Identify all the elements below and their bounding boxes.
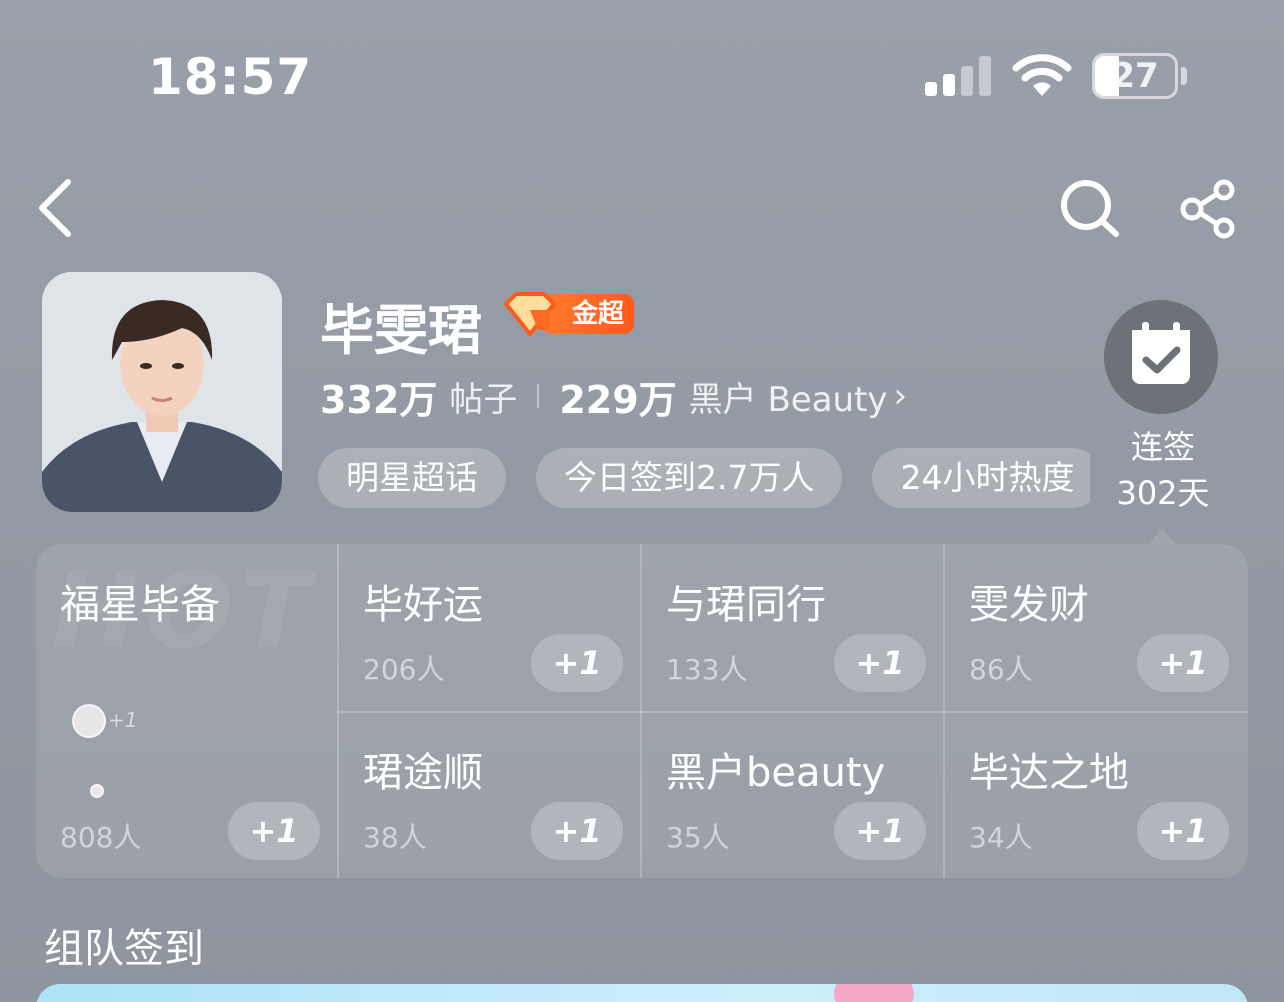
group-count: 86人 [969,653,1033,686]
group-checkin-grid: HOT 福星毕备 +1 808人 +1 毕好运 206人 +1 与珺同行 133… [36,544,1248,878]
posts-label: 帖子 [449,379,518,420]
group-title: 雯发财 [969,582,1089,628]
checkin-days: 302天 [1116,474,1210,512]
back-arrow-icon[interactable] [32,176,80,240]
fans-count: 229万 [559,377,677,422]
member-avatar [72,704,106,738]
plus-one-button[interactable]: +1 [1137,634,1229,692]
plus-one-button[interactable]: +1 [834,634,926,692]
calendar-check-icon [1132,322,1190,384]
heart-decoration [834,984,914,1002]
super-topic-avatar[interactable] [42,272,282,512]
member-plus: +1 [108,708,138,732]
chevron-right-icon[interactable]: › [894,376,908,416]
level-badge[interactable]: 金超 [500,290,634,338]
plus-one-button[interactable]: +1 [834,802,926,860]
search-icon[interactable] [1058,178,1122,238]
plus-one-button[interactable]: +1 [1137,802,1229,860]
group-card[interactable]: 雯发财 86人 +1 [969,544,1231,711]
battery-level: 27 [1111,56,1159,96]
group-title: 毕好运 [363,582,483,628]
diamond-icon [504,292,556,336]
group-title: 珺途顺 [363,750,483,796]
group-card[interactable]: 毕达之地 34人 +1 [969,712,1231,878]
team-checkin-banner[interactable] [36,984,1248,1002]
plus-one-button[interactable]: +1 [531,802,623,860]
stats-divider [537,384,540,408]
topic-stats: 332万 帖子 229万 黑户 Beauty › [320,372,908,422]
group-title: 黑户beauty [666,750,886,796]
fans-label[interactable]: 黑户 Beauty [689,372,888,421]
posts-count: 332万 [320,377,438,422]
group-count: 34人 [969,821,1033,854]
status-time: 18:57 [148,48,313,106]
tag-24h-heat[interactable]: 24小时热度 [872,448,1090,508]
group-card[interactable]: 毕好运 206人 +1 [363,544,625,711]
group-title: 福星毕备 [60,582,220,628]
group-card[interactable]: 与珺同行 133人 +1 [666,544,928,711]
group-card[interactable]: 珺途顺 38人 +1 [363,712,625,878]
group-card-featured[interactable]: 福星毕备 +1 808人 +1 [60,544,330,878]
plus-one-button[interactable]: +1 [228,802,320,860]
group-card[interactable]: 黑户beauty 35人 +1 [666,712,928,878]
checkin-button[interactable] [1104,300,1218,414]
battery-tip [1181,67,1187,85]
group-count: 206人 [363,653,445,686]
checkin-label: 连签 [1130,428,1195,466]
group-title: 与珺同行 [666,582,826,628]
group-count: 808人 [60,821,142,854]
battery-icon: 27 [1092,53,1178,99]
portrait-image [42,272,282,512]
member-avatar [90,784,104,798]
signal-strength-icon [925,56,991,96]
checkin-streak: 连签 302天 [1100,424,1226,516]
group-title: 毕达之地 [969,750,1129,796]
tag-today-checkins[interactable]: 今日签到2.7万人 [536,448,843,508]
team-checkin-title: 组队签到 [44,926,204,972]
group-count: 35人 [666,821,730,854]
topic-tags: 明星超话 今日签到2.7万人 24小时热度 [318,448,1090,508]
topic-name: 毕雯珺 [320,299,482,362]
group-count: 133人 [666,653,748,686]
wifi-icon [1012,54,1072,96]
group-count: 38人 [363,821,427,854]
tag-star-topic[interactable]: 明星超话 [318,448,506,508]
popover-pointer [1148,528,1176,544]
plus-one-button[interactable]: +1 [531,634,623,692]
share-icon[interactable] [1178,178,1242,240]
